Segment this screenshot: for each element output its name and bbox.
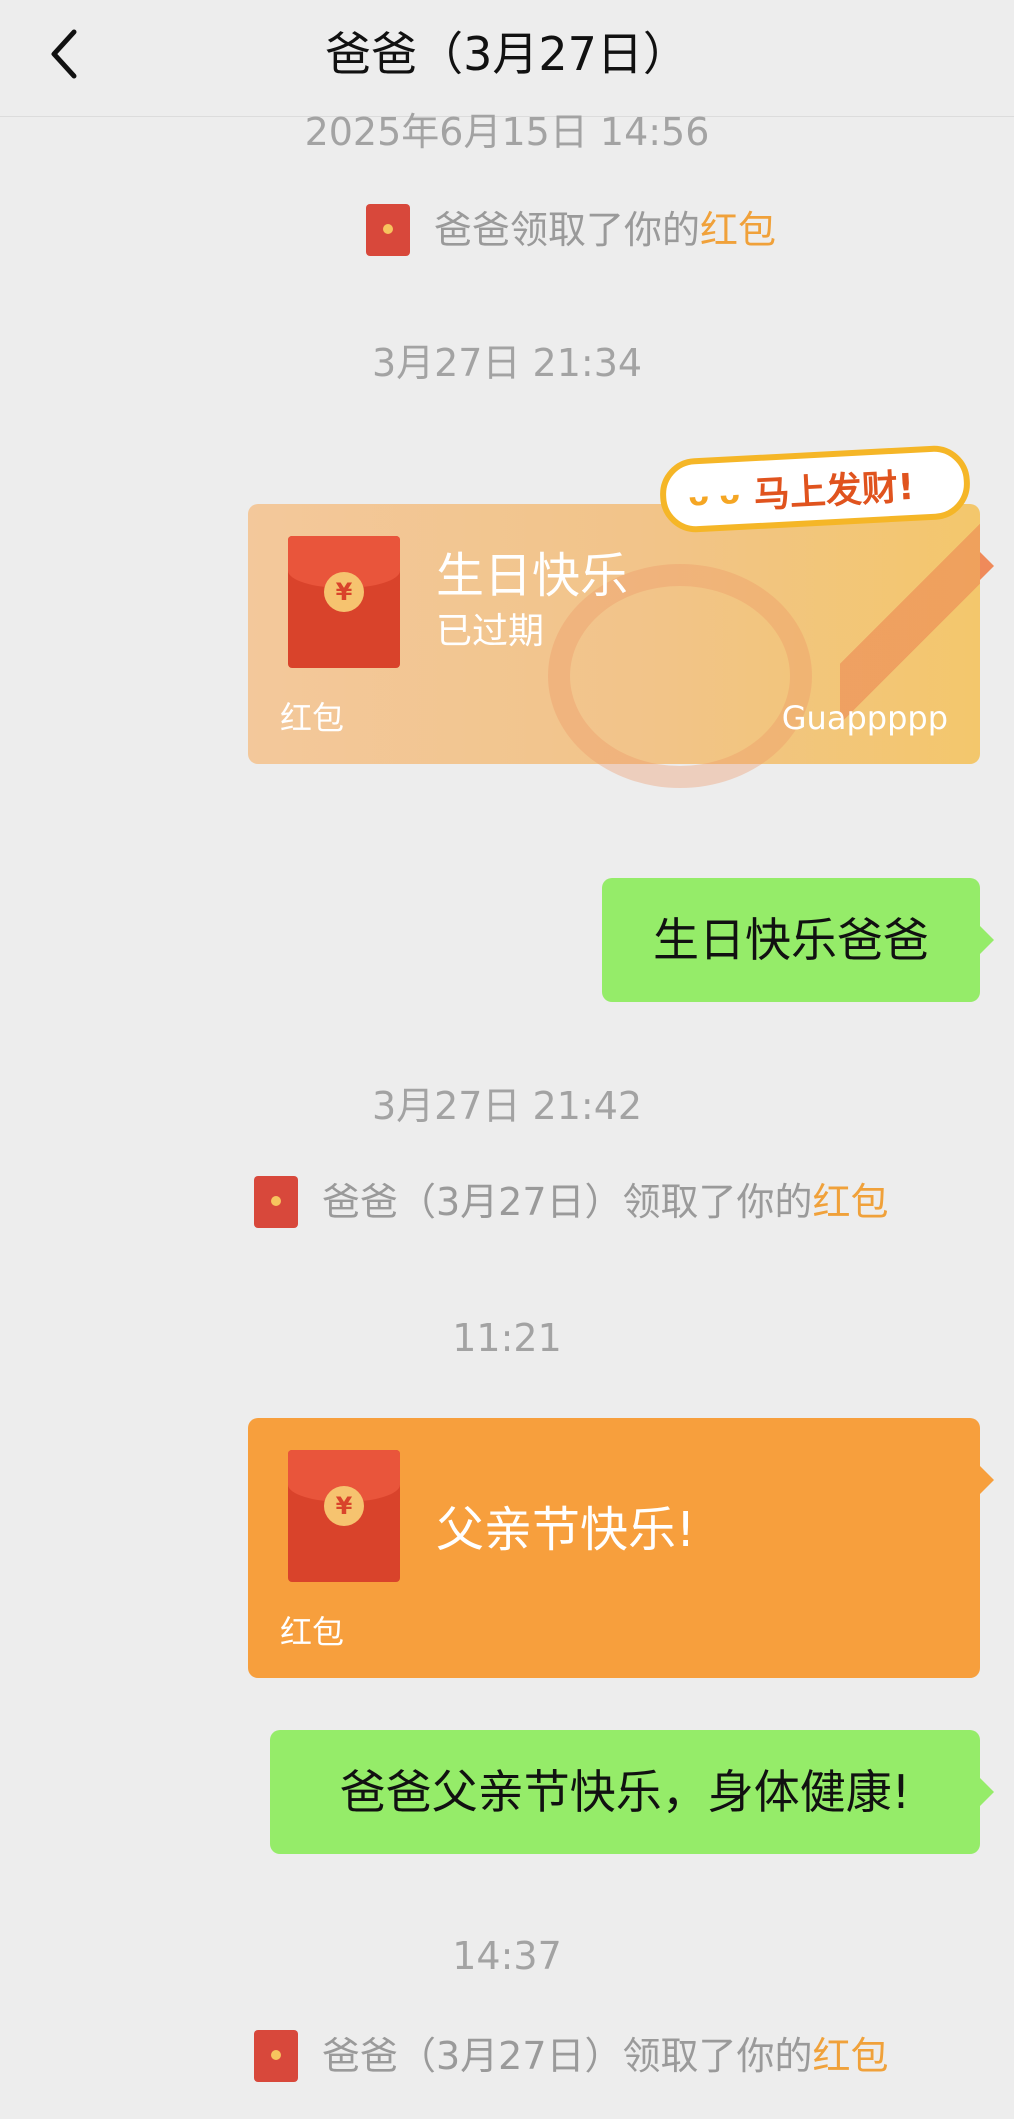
bubble-tail <box>980 1778 994 1806</box>
system-text: 爸爸（3月27日）领取了你的 <box>322 2034 813 2078</box>
chat-title: 爸爸（3月27日） <box>325 27 689 81</box>
yuan-coin-icon: ¥ <box>324 572 364 612</box>
system-message: 爸爸（3月27日）领取了你的 红包 <box>254 1176 889 1228</box>
bubble-tail <box>980 1466 994 1494</box>
red-packet-card-birthday[interactable]: ¥ 生日快乐 已过期 红包 Guappppp <box>248 504 994 788</box>
timestamp: 14:37 <box>452 1934 562 1978</box>
red-packet-label: 红包 <box>280 699 345 737</box>
timestamp: 3月27日 21:42 <box>371 1084 643 1128</box>
red-envelope-icon <box>254 1176 298 1228</box>
bubble-tail <box>980 926 994 954</box>
timestamp: 2025年6月15日 14:56 <box>304 110 710 154</box>
red-envelope-icon: ¥ <box>288 1450 400 1582</box>
system-text: 爸爸（3月27日）领取了你的 <box>322 1180 813 1224</box>
red-envelope-icon <box>366 204 410 256</box>
chat-header: 爸爸（3月27日） <box>0 0 1014 117</box>
red-packet-sender: Guappppp <box>781 699 948 737</box>
red-packet-label: 红包 <box>280 1613 345 1651</box>
system-message: 爸爸领取了你的 红包 <box>366 204 776 256</box>
red-packet-status: 已过期 <box>436 611 545 652</box>
system-text: 爸爸领取了你的 <box>434 208 701 252</box>
chat-bubble-sent[interactable]: 爸爸父亲节快乐，身体健康! <box>270 1730 994 1854</box>
red-packet-message: 父亲节快乐! <box>436 1502 696 1558</box>
cat-face-icon: ᴗ ᴗ <box>687 475 741 514</box>
red-envelope-icon: ¥ <box>288 536 400 668</box>
red-packet-message: 生日快乐 <box>436 548 629 604</box>
sticker-text: 马上发财! <box>752 466 916 517</box>
bubble-tail <box>980 552 994 580</box>
red-packet-link[interactable]: 红包 <box>813 1177 889 1227</box>
timestamp: 3月27日 21:34 <box>371 341 643 385</box>
red-packet-card-fathers-day[interactable]: ¥ 父亲节快乐! 红包 <box>248 1418 994 1678</box>
red-packet-link[interactable]: 红包 <box>700 205 776 255</box>
system-message: 爸爸（3月27日）领取了你的 红包 <box>254 2030 889 2082</box>
timestamp: 11:21 <box>452 1316 562 1360</box>
bubble-text: 爸爸父亲节快乐，身体健康! <box>339 1765 911 1819</box>
red-envelope-icon <box>254 2030 298 2082</box>
red-packet-link[interactable]: 红包 <box>813 2031 889 2081</box>
yuan-coin-icon: ¥ <box>324 1486 364 1526</box>
chat-bubble-sent[interactable]: 生日快乐爸爸 <box>602 878 994 1002</box>
bubble-text: 生日快乐爸爸 <box>653 913 929 967</box>
